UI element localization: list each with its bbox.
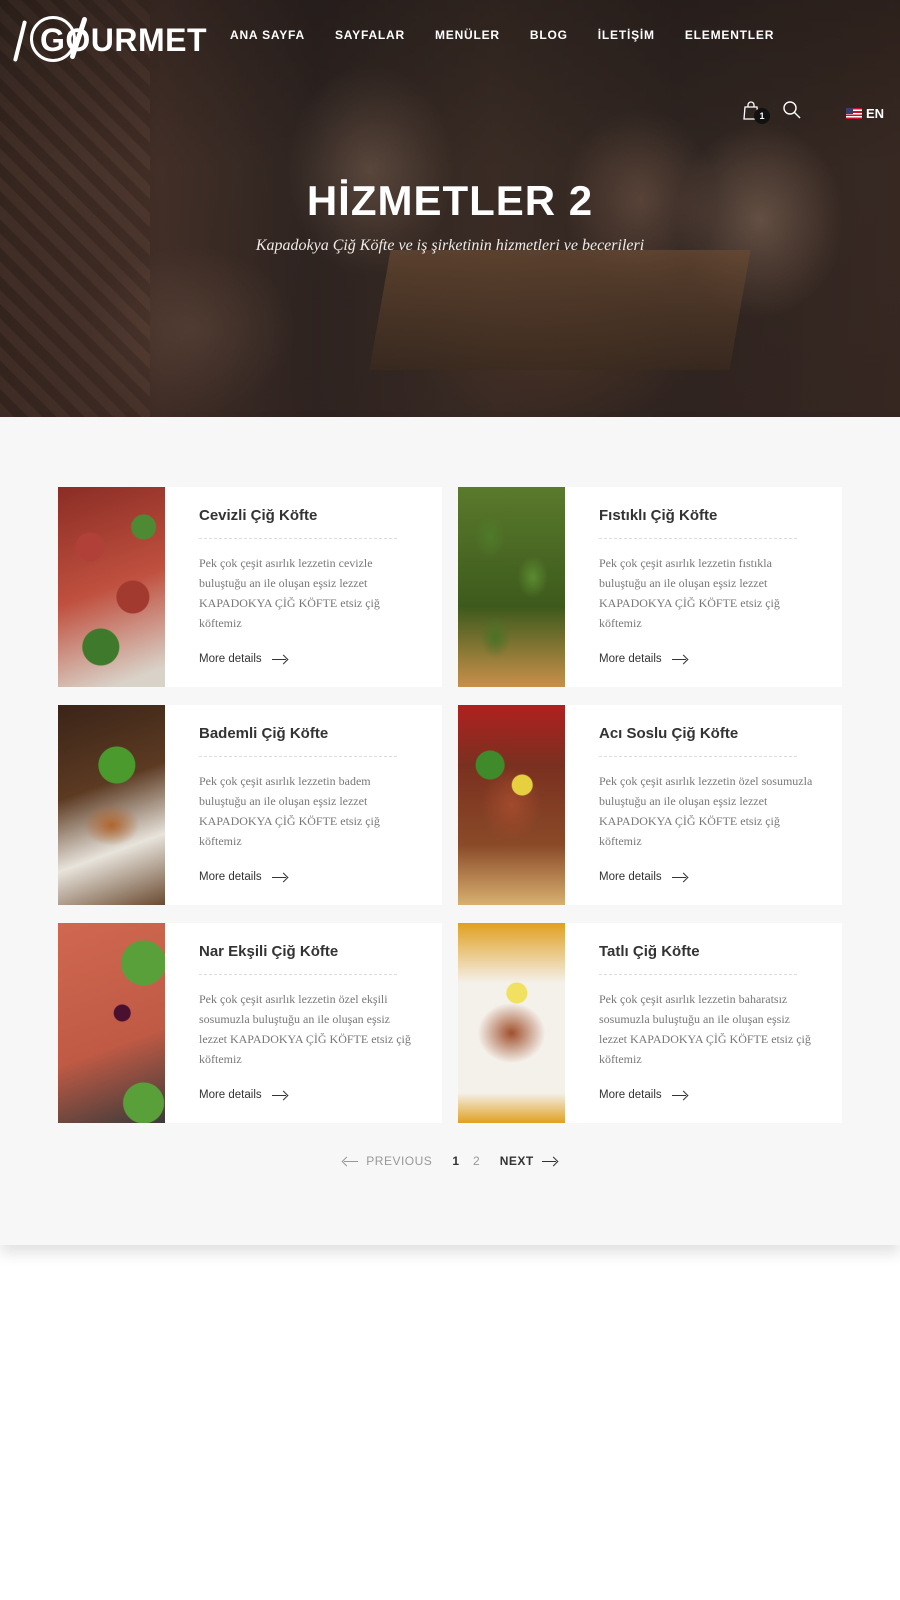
- service-title: Tatlı Çiğ Köfte: [599, 943, 797, 975]
- service-image: [58, 705, 165, 905]
- more-details-label: More details: [599, 653, 662, 665]
- header-tools: 1: [742, 100, 804, 124]
- cart-button[interactable]: 1: [742, 100, 770, 124]
- next-page-link[interactable]: NEXT: [500, 1154, 558, 1168]
- more-details-link[interactable]: More details: [599, 1089, 688, 1101]
- page-number-2[interactable]: 2: [473, 1154, 480, 1168]
- more-details-link[interactable]: More details: [199, 1089, 288, 1101]
- logo-text: GOURMET: [40, 22, 208, 58]
- service-description: Pek çok çeşit asırlık lezzetin fıstıkla …: [599, 556, 780, 630]
- language-label: EN: [866, 106, 885, 121]
- us-flag-icon: [846, 108, 862, 119]
- service-description: Pek çok çeşit asırlık lezzetin baharatsı…: [599, 992, 811, 1066]
- service-card: Acı Soslu Çiğ Köfte Pek çok çeşit asırlı…: [458, 705, 842, 905]
- previous-page-link[interactable]: PREVIOUS: [342, 1154, 432, 1168]
- service-title: Cevizli Çiğ Köfte: [199, 507, 397, 539]
- arrow-right-icon: [271, 1091, 288, 1100]
- previous-label: PREVIOUS: [366, 1154, 433, 1168]
- cart-count-badge: 1: [754, 108, 770, 124]
- nav-item-menuler[interactable]: MENÜLER: [435, 28, 500, 42]
- hero-background-photo: [369, 250, 751, 370]
- service-description: Pek çok çeşit asırlık lezzetin cevizle b…: [199, 556, 380, 630]
- search-icon: [783, 101, 801, 119]
- arrow-right-icon: [671, 1091, 688, 1100]
- service-card: Cevizli Çiğ Köfte Pek çok çeşit asırlık …: [58, 487, 442, 687]
- service-title: Nar Ekşili Çiğ Köfte: [199, 943, 397, 975]
- page-subtitle: Kapadokya Çiğ Köfte ve iş şirketinin hiz…: [255, 237, 645, 254]
- more-details-label: More details: [599, 1089, 662, 1101]
- nav-item-elementler[interactable]: ELEMENTLER: [685, 28, 774, 42]
- service-title: Bademli Çiğ Köfte: [199, 725, 397, 757]
- service-card: Nar Ekşili Çiğ Köfte Pek çok çeşit asırl…: [58, 923, 442, 1123]
- nav-item-blog[interactable]: BLOG: [530, 28, 568, 42]
- more-details-label: More details: [199, 871, 262, 883]
- nav-item-sayfalar[interactable]: SAYFALAR: [335, 28, 405, 42]
- service-card: Tatlı Çiğ Köfte Pek çok çeşit asırlık le…: [458, 923, 842, 1123]
- services-section: Cevizli Çiğ Köfte Pek çok çeşit asırlık …: [0, 417, 900, 1245]
- service-card: Fıstıklı Çiğ Köfte Pek çok çeşit asırlık…: [458, 487, 842, 687]
- arrow-left-icon: [342, 1157, 359, 1166]
- hero-banner: GOURMET ANA SAYFA SAYFALAR MENÜLER BLOG …: [0, 0, 900, 417]
- arrow-right-icon: [541, 1157, 558, 1166]
- nav-item-ana-sayfa[interactable]: ANA SAYFA: [230, 28, 305, 42]
- service-title: Acı Soslu Çiğ Köfte: [599, 725, 797, 757]
- arrow-right-icon: [671, 873, 688, 882]
- service-card: Bademli Çiğ Köfte Pek çok çeşit asırlık …: [58, 705, 442, 905]
- service-image: [58, 487, 165, 687]
- nav-item-iletisim[interactable]: İLETİŞİM: [598, 28, 655, 42]
- more-details-link[interactable]: More details: [599, 871, 688, 883]
- next-label: NEXT: [499, 1154, 534, 1168]
- main-nav: ANA SAYFA SAYFALAR MENÜLER BLOG İLETİŞİM…: [230, 28, 774, 42]
- service-image: [458, 923, 565, 1123]
- more-details-link[interactable]: More details: [599, 653, 688, 665]
- language-selector[interactable]: EN: [846, 106, 884, 121]
- page-title: HİZMETLER 2: [306, 177, 594, 224]
- service-description: Pek çok çeşit asırlık lezzetin badem bul…: [199, 774, 380, 848]
- service-image: [58, 923, 165, 1123]
- more-details-label: More details: [199, 1089, 262, 1101]
- more-details-link[interactable]: More details: [199, 871, 288, 883]
- pagination: PREVIOUS 1 2 NEXT: [0, 1154, 900, 1168]
- search-button[interactable]: [782, 100, 804, 122]
- service-title: Fıstıklı Çiğ Köfte: [599, 507, 797, 539]
- more-details-label: More details: [199, 653, 262, 665]
- more-details-link[interactable]: More details: [199, 653, 288, 665]
- page-number-1[interactable]: 1: [452, 1154, 459, 1168]
- service-image: [458, 705, 565, 905]
- arrow-right-icon: [271, 873, 288, 882]
- more-details-label: More details: [599, 871, 662, 883]
- arrow-right-icon: [671, 655, 688, 664]
- service-description: Pek çok çeşit asırlık lezzetin özel ekşi…: [199, 992, 411, 1066]
- service-description: Pek çok çeşit asırlık lezzetin özel sosu…: [599, 774, 813, 848]
- logo[interactable]: GOURMET: [12, 10, 207, 64]
- service-image: [458, 487, 565, 687]
- arrow-right-icon: [271, 655, 288, 664]
